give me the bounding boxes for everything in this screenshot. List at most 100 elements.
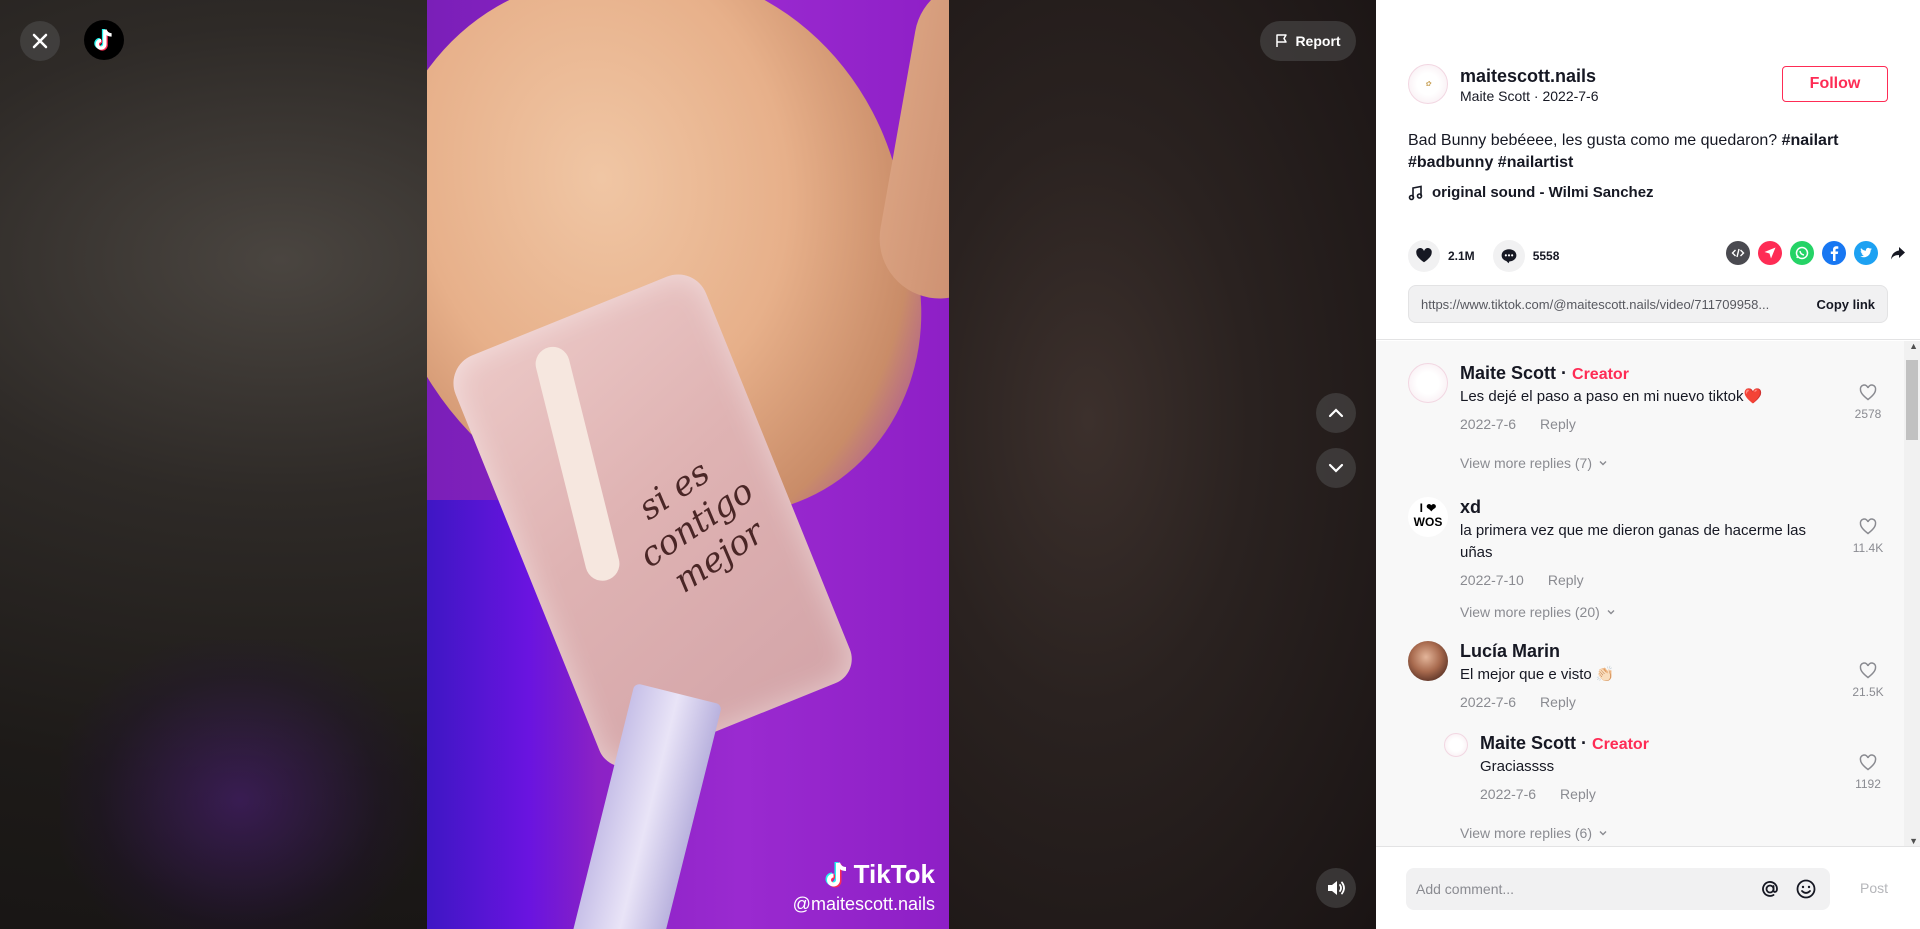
music-link[interactable]: original sound - Wilmi Sanchez: [1408, 184, 1654, 201]
reply-body: Maite Scott · Creator Graciassss 2022-7-…: [1480, 733, 1840, 802]
background-blur-right: [948, 0, 1376, 929]
reply-like-count: 1192: [1855, 777, 1881, 791]
comment-meta: 2022-7-10 Reply: [1460, 572, 1820, 588]
view-more-replies-button[interactable]: View more replies (6): [1460, 825, 1608, 841]
heart-outline-icon: [1859, 384, 1877, 401]
creator-badge: Creator: [1592, 736, 1649, 753]
chevron-down-icon: [1599, 831, 1607, 836]
twitter-share-button[interactable]: [1854, 241, 1878, 265]
comment-like[interactable]: 11.4K: [1848, 517, 1888, 555]
hashtag-badbunny[interactable]: #badbunny: [1408, 154, 1493, 171]
reply-button[interactable]: Reply: [1540, 694, 1576, 710]
author-avatar-mark: ✿: [1425, 80, 1431, 88]
reply-text: Graciassss: [1480, 758, 1555, 775]
comment-like-count: 2578: [1854, 407, 1882, 421]
mention-button[interactable]: [1756, 875, 1784, 903]
comment-text: El mejor que e visto 👏🏻: [1460, 666, 1615, 683]
comment-button[interactable]: [1492, 240, 1525, 272]
embed-code-icon: [1731, 248, 1745, 258]
watermark-logo: TikTok: [793, 859, 935, 890]
comment-like-count: 21.5K: [1852, 685, 1884, 699]
comment-author[interactable]: Maite Scott · Creator: [1460, 363, 1820, 384]
reply-avatar[interactable]: [1444, 733, 1468, 757]
tiktok-watermark: TikTok @maitescott.nails: [793, 859, 935, 915]
whatsapp-icon: [1795, 246, 1809, 260]
reply-button[interactable]: Reply: [1560, 786, 1596, 802]
reply-item: Maite Scott · Creator Graciassss 2022-7-…: [1444, 733, 1888, 803]
hashtag-nailartist[interactable]: #nailartist: [1498, 154, 1574, 171]
post-info: ✿ maitescott.nails Maite Scott · 2022-7-…: [1376, 0, 1920, 340]
embed-button[interactable]: [1726, 241, 1750, 265]
next-video-button[interactable]: [1316, 448, 1356, 488]
heart-outline-icon: [1859, 662, 1877, 679]
author-row: ✿ maitescott.nails Maite Scott · 2022-7-…: [1408, 64, 1888, 108]
scrollbar-thumb[interactable]: [1906, 360, 1918, 440]
chevron-down-icon: [1328, 463, 1344, 473]
comment-author-name[interactable]: Lucía Marin: [1460, 641, 1820, 662]
comment-bubble-icon: [1501, 249, 1517, 264]
close-button[interactable]: [20, 21, 60, 61]
comment-item: I ❤ WOS xd la primera vez que me dieron …: [1408, 497, 1888, 588]
reply-author[interactable]: Maite Scott · Creator: [1480, 733, 1840, 754]
comment-date: 2022-7-6: [1460, 416, 1517, 432]
facebook-icon: [1830, 246, 1839, 261]
report-button[interactable]: Report: [1260, 21, 1356, 61]
author-avatar[interactable]: ✿: [1408, 64, 1448, 104]
heart-outline-icon: [1859, 518, 1877, 535]
comment-meta: 2022-7-6 Reply: [1460, 694, 1820, 710]
view-more-replies-button[interactable]: View more replies (20): [1460, 604, 1616, 620]
music-note-icon: [1408, 185, 1423, 200]
comment-avatar[interactable]: [1408, 641, 1448, 681]
volume-button[interactable]: [1316, 868, 1356, 908]
follow-button[interactable]: Follow: [1782, 66, 1888, 102]
comment-date: 2022-7-10: [1460, 572, 1524, 588]
reply-date: 2022-7-6: [1480, 786, 1537, 802]
view-more-replies-label: View more replies (20): [1460, 604, 1600, 620]
reply-button[interactable]: Reply: [1548, 572, 1584, 588]
nail-stripe: [532, 343, 624, 585]
previous-video-button[interactable]: [1316, 393, 1356, 433]
emoji-button[interactable]: [1792, 875, 1820, 903]
comment-like[interactable]: 21.5K: [1848, 661, 1888, 699]
author-username[interactable]: maitescott.nails: [1460, 66, 1596, 87]
comment-avatar[interactable]: [1408, 363, 1448, 403]
comment-author-name[interactable]: xd: [1460, 497, 1820, 518]
chevron-down-icon: [1599, 461, 1607, 466]
video-link-box: https://www.tiktok.com/@maitescott.nails…: [1408, 285, 1888, 323]
comment-avatar[interactable]: I ❤ WOS: [1408, 497, 1448, 537]
post-description: Bad Bunny bebéeee, les gusta como me que…: [1408, 130, 1888, 174]
send-to-friends-button[interactable]: [1758, 241, 1782, 265]
chevron-up-icon: [1328, 408, 1344, 418]
tiktok-logo-icon: [94, 29, 112, 51]
watermark-logo-text: TikTok: [853, 859, 935, 889]
comment-stat: 5558: [1492, 240, 1559, 272]
view-more-replies-button[interactable]: View more replies (7): [1460, 455, 1608, 471]
comment-meta: 2022-7-6 Reply: [1460, 416, 1820, 432]
whatsapp-share-button[interactable]: [1790, 241, 1814, 265]
avatar-text: I ❤ WOS: [1413, 501, 1443, 529]
video-area: si es contigo mejor TikTok @maitescott.n…: [0, 0, 1376, 929]
background-blur-purple: [60, 640, 420, 929]
more-share-button[interactable]: [1886, 241, 1910, 265]
video-link-text[interactable]: https://www.tiktok.com/@maitescott.nails…: [1421, 297, 1804, 312]
reply-like[interactable]: 1192: [1848, 753, 1888, 791]
flag-icon: [1276, 34, 1288, 47]
heart-outline-icon: [1859, 754, 1877, 771]
video-player[interactable]: si es contigo mejor TikTok @maitescott.n…: [427, 0, 949, 929]
nail-lettering: si es contigo mejor: [631, 452, 772, 602]
scroll-down-arrow[interactable]: ▼: [1909, 836, 1918, 846]
post-button[interactable]: Post: [1860, 880, 1888, 896]
tiktok-logo-button[interactable]: [84, 20, 124, 60]
comment-date: 2022-7-6: [1460, 694, 1517, 710]
tiktok-note-icon: [825, 861, 846, 887]
scroll-up-arrow[interactable]: ▲: [1909, 341, 1918, 351]
hashtag-nailart[interactable]: #nailart: [1782, 132, 1839, 149]
comment-like[interactable]: 2578: [1848, 383, 1888, 421]
like-button[interactable]: [1408, 240, 1440, 272]
reply-author-name: Maite Scott: [1480, 733, 1577, 753]
copy-link-button[interactable]: Copy link: [1816, 297, 1875, 312]
reply-button[interactable]: Reply: [1540, 416, 1576, 432]
facebook-share-button[interactable]: [1822, 241, 1846, 265]
twitter-bird-icon: [1860, 247, 1872, 258]
comment-input[interactable]: [1416, 881, 1748, 897]
